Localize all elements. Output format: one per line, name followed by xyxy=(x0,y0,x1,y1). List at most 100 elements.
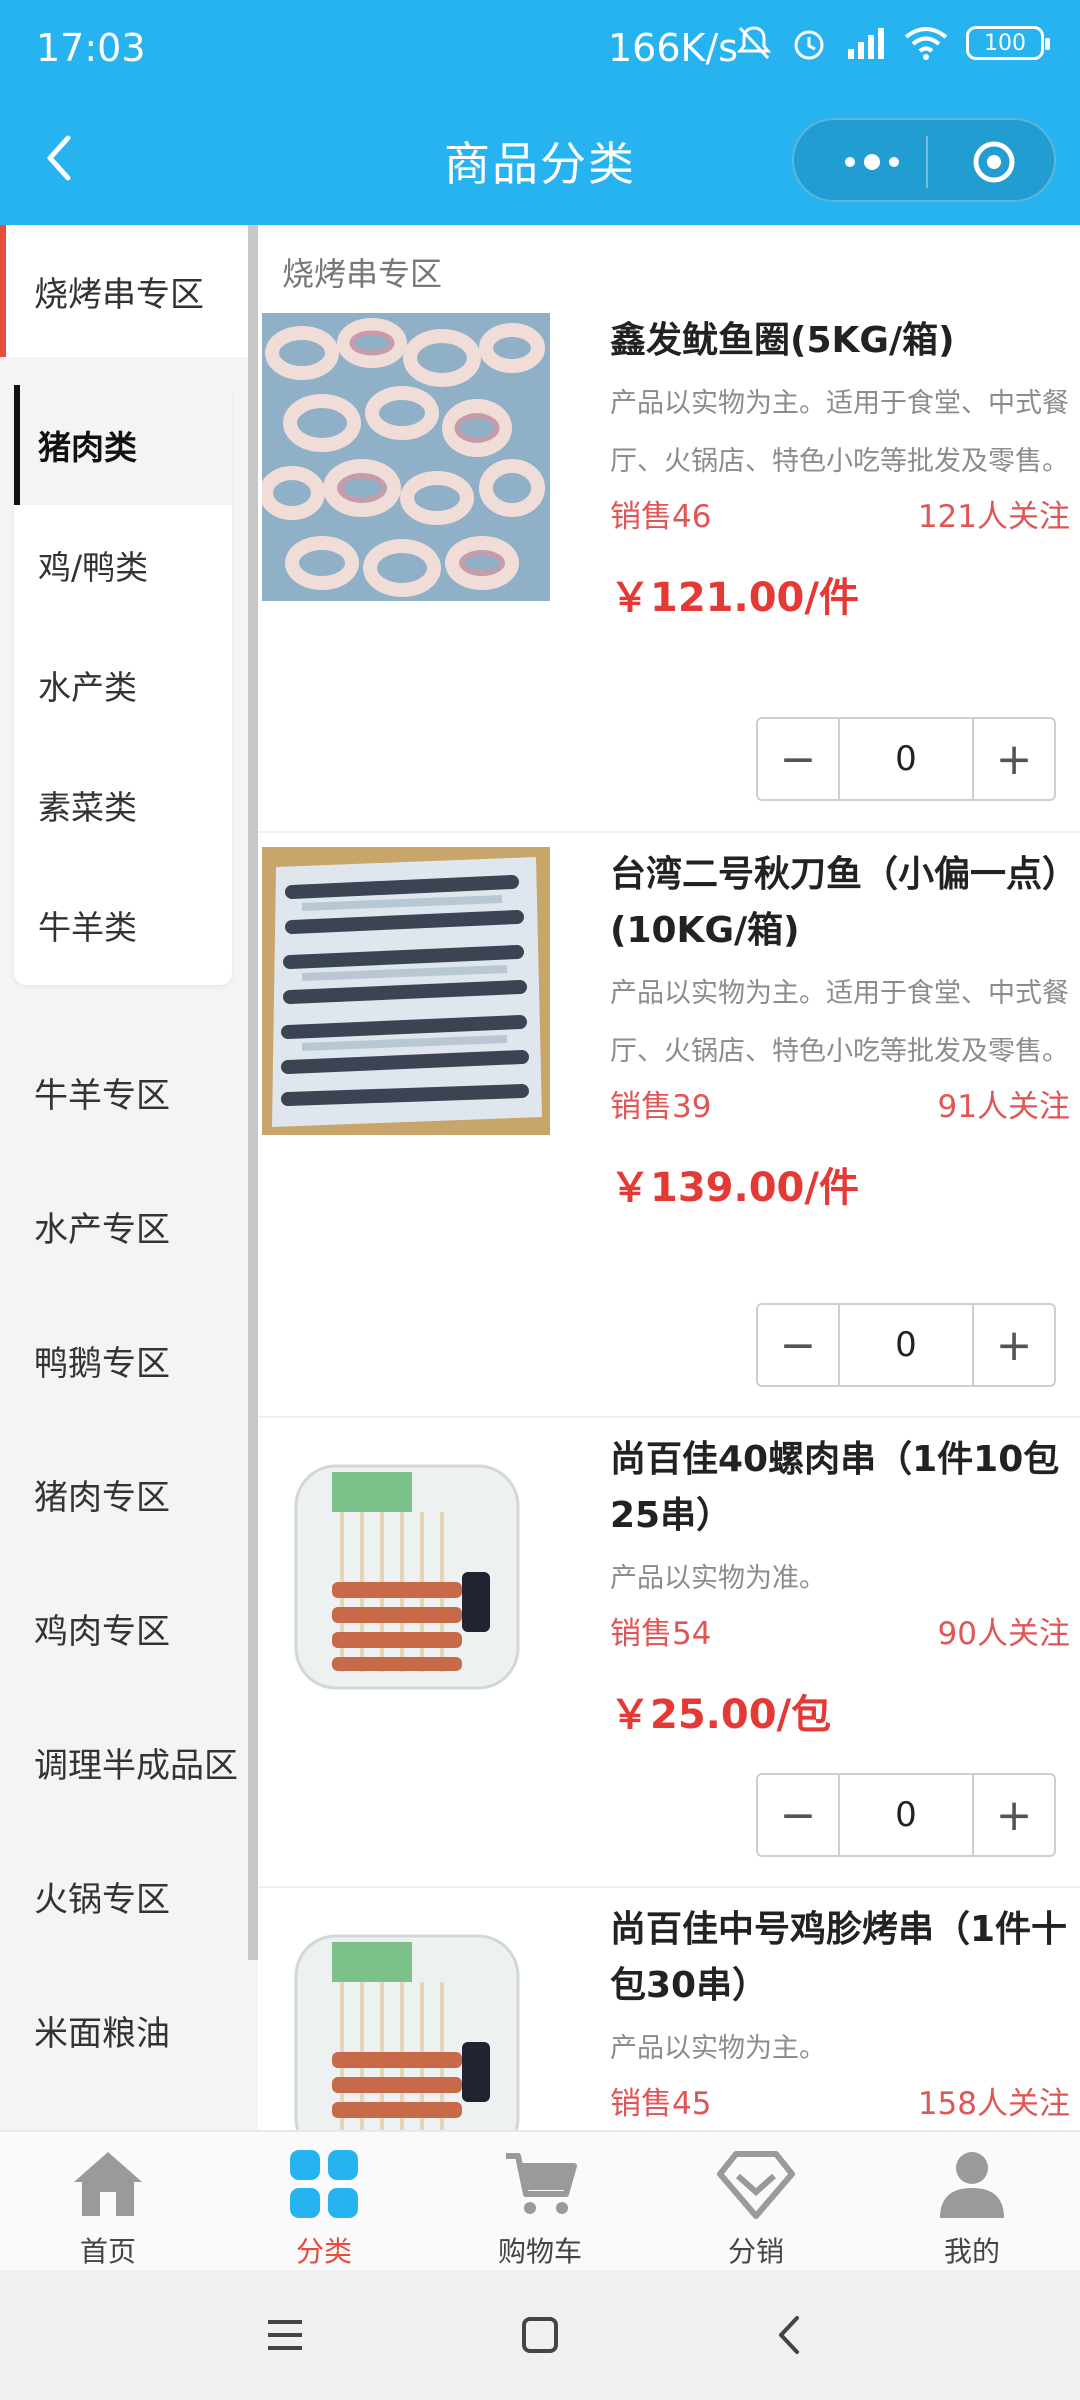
decrease-button[interactable]: − xyxy=(758,1305,838,1385)
sidebar-item-chicken-zone[interactable]: 鸡肉专区 xyxy=(0,1561,258,1695)
active-indicator xyxy=(0,225,6,357)
tab-label: 购物车 xyxy=(497,2235,582,2268)
quantity-stepper: − 0 + xyxy=(756,1773,1056,1857)
product-description: 产品以实物为主。适用于食堂、中式餐厅、火锅店、特色小吃等批发及零售。 xyxy=(610,978,1069,1067)
signal-icon xyxy=(848,28,884,59)
decrease-button[interactable]: − xyxy=(758,1775,838,1855)
capsule-divider xyxy=(926,136,928,188)
sidebar-item-pork-zone[interactable]: 猪肉专区 xyxy=(0,1427,258,1561)
follower-count: 90人关注 xyxy=(937,1616,1070,1652)
network-speed: 166K/s xyxy=(608,26,739,70)
product-description: 产品以实物为主。适用于食堂、中式餐厅、火锅店、特色小吃等批发及零售。 xyxy=(610,388,1069,477)
product-price: ￥25.00/包 xyxy=(610,1692,832,1738)
tab-home[interactable]: 首页 xyxy=(0,2132,216,2270)
product-image-skewer-pack[interactable] xyxy=(262,1902,550,2130)
battery-level: 100 xyxy=(984,30,1026,56)
subcategory-item-vegetables[interactable]: 素菜类 xyxy=(14,745,232,865)
subcategory-item-seafood[interactable]: 水产类 xyxy=(14,625,232,745)
tab-label: 分销 xyxy=(727,2235,784,2268)
tab-cart[interactable]: 购物车 xyxy=(432,2132,648,2270)
product-info: 台湾二号秋刀鱼（小偏一点）(10KG/箱) 产品以实物为主。适用于食堂、中式餐厅… xyxy=(610,847,1070,1213)
sidebar-item-label: 烧烤串专区 xyxy=(34,274,204,315)
tab-label: 我的 xyxy=(943,2235,1000,2268)
alarm-icon xyxy=(794,30,824,60)
bottom-tab-bar: 首页 分类 购物车 分销 我的 xyxy=(0,2130,1080,2270)
product-image-squid-rings[interactable] xyxy=(262,313,550,601)
follower-count: 91人关注 xyxy=(937,1089,1070,1125)
quantity-value[interactable]: 0 xyxy=(838,719,974,799)
tab-profile[interactable]: 我的 xyxy=(864,2132,1080,2270)
sidebar-item-seafood-zone[interactable]: 水产专区 xyxy=(0,1159,258,1293)
product-image-saury-box[interactable] xyxy=(262,847,550,1135)
wifi-icon xyxy=(904,27,948,60)
product-card[interactable]: 尚百佳40螺肉串（1件10包25串） 产品以实物为准。 销售54 90人关注 ￥… xyxy=(258,1418,1080,1888)
decrease-button[interactable]: − xyxy=(758,719,838,799)
increase-button[interactable]: + xyxy=(974,719,1054,799)
subcategory-list: 猪肉类 鸡/鸭类 水产类 素菜类 牛羊类 xyxy=(14,385,232,985)
quantity-value[interactable]: 0 xyxy=(838,1775,974,1855)
sales-count: 销售46 xyxy=(610,499,712,535)
product-name[interactable]: 尚百佳中号鸡胗烤串（1件十包30串） xyxy=(610,1902,1070,2014)
header: 17:03 166K/s 100 商品分类 xyxy=(0,0,1080,225)
miniprogram-capsule xyxy=(792,118,1056,202)
product-meta: 销售54 90人关注 xyxy=(610,1608,1070,1664)
subcategory-item-beef-mutton[interactable]: 牛羊类 xyxy=(14,865,232,985)
battery-icon: 100 xyxy=(966,26,1050,60)
status-bar: 17:03 166K/s 100 xyxy=(0,0,1080,100)
subcategory-item-pork[interactable]: 猪肉类 xyxy=(14,385,232,505)
increase-button[interactable]: + xyxy=(974,1775,1054,1855)
distribution-icon xyxy=(717,2151,795,2219)
subcategory-label: 猪肉类 xyxy=(38,428,137,467)
product-name[interactable]: 台湾二号秋刀鱼（小偏一点）(10KG/箱) xyxy=(610,847,1070,959)
product-image-skewer-pack[interactable] xyxy=(262,1432,550,1720)
product-meta: 销售39 91人关注 xyxy=(610,1081,1070,1137)
quantity-value[interactable]: 0 xyxy=(838,1305,974,1385)
mute-bell-icon xyxy=(736,26,772,60)
product-card[interactable]: 尚百佳中号鸡胗烤串（1件十包30串） 产品以实物为主。 销售45 158人关注 xyxy=(258,1888,1080,2130)
product-card[interactable]: 台湾二号秋刀鱼（小偏一点）(10KG/箱) 产品以实物为主。适用于食堂、中式餐厅… xyxy=(258,833,1080,1418)
follower-count: 158人关注 xyxy=(917,2086,1070,2122)
product-description: 产品以实物为主。 xyxy=(610,2033,826,2064)
tab-distribution[interactable]: 分销 xyxy=(648,2132,864,2270)
product-meta: 销售45 158人关注 xyxy=(610,2078,1070,2130)
sales-count: 销售39 xyxy=(610,1089,712,1125)
navbar: 商品分类 xyxy=(0,110,1080,210)
subcategory-item-chicken-duck[interactable]: 鸡/鸭类 xyxy=(14,505,232,625)
category-icon xyxy=(290,2150,358,2218)
tab-label: 分类 xyxy=(295,2235,352,2268)
sidebar-item-semi-finished-zone[interactable]: 调理半成品区 xyxy=(0,1695,258,1829)
category-list: 牛羊专区 水产专区 鸭鹅专区 猪肉专区 鸡肉专区 调理半成品区 火锅专区 米面粮… xyxy=(0,1025,258,2097)
tab-category[interactable]: 分类 xyxy=(216,2132,432,2270)
subcategory-label: 牛羊类 xyxy=(38,908,137,947)
sidebar-item-hotpot-zone[interactable]: 火锅专区 xyxy=(0,1829,258,1963)
status-icons: 100 xyxy=(736,24,1050,62)
product-name[interactable]: 鑫发鱿鱼圈(5KG/箱) xyxy=(610,313,1070,369)
product-card[interactable]: 鑫发鱿鱼圈(5KG/箱) 产品以实物为主。适用于食堂、中式餐厅、火锅店、特色小吃… xyxy=(258,313,1080,833)
product-price: ￥139.00/件 xyxy=(610,1165,859,1211)
quantity-stepper: − 0 + xyxy=(756,717,1056,801)
product-info: 尚百佳中号鸡胗烤串（1件十包30串） 产品以实物为主。 销售45 158人关注 xyxy=(610,1902,1070,2130)
status-time: 17:03 xyxy=(36,26,146,70)
sidebar-item-duck-goose-zone[interactable]: 鸭鹅专区 xyxy=(0,1293,258,1427)
system-nav-bar xyxy=(0,2270,1080,2400)
tab-label: 首页 xyxy=(79,2235,136,2268)
subcategory-active-bar xyxy=(14,385,20,505)
quantity-stepper: − 0 + xyxy=(756,1303,1056,1387)
subcategory-label: 鸡/鸭类 xyxy=(38,548,149,587)
sidebar-scrollbar[interactable] xyxy=(248,225,258,1960)
close-target-icon[interactable] xyxy=(972,140,1016,184)
product-name[interactable]: 尚百佳40螺肉串（1件10包25串） xyxy=(610,1432,1070,1544)
product-info: 鑫发鱿鱼圈(5KG/箱) 产品以实物为主。适用于食堂、中式餐厅、火锅店、特色小吃… xyxy=(610,313,1070,623)
home-square-icon[interactable] xyxy=(515,2310,565,2360)
category-sidebar: 烧烤串专区 猪肉类 鸡/鸭类 水产类 素菜类 牛羊类 牛羊专区 水产专区 鸭鹅专… xyxy=(0,225,258,2130)
home-icon xyxy=(74,2152,142,2216)
back-icon[interactable] xyxy=(765,2310,815,2360)
sidebar-item-current[interactable]: 烧烤串专区 xyxy=(0,225,258,357)
sales-count: 销售45 xyxy=(610,2086,712,2122)
increase-button[interactable]: + xyxy=(974,1305,1054,1385)
sidebar-item-beef-mutton-zone[interactable]: 牛羊专区 xyxy=(0,1025,258,1159)
product-description: 产品以实物为准。 xyxy=(610,1563,826,1594)
sidebar-item-grain-oil[interactable]: 米面粮油 xyxy=(0,1963,258,2097)
menu-icon[interactable] xyxy=(260,2310,310,2360)
profile-icon xyxy=(940,2152,1004,2218)
